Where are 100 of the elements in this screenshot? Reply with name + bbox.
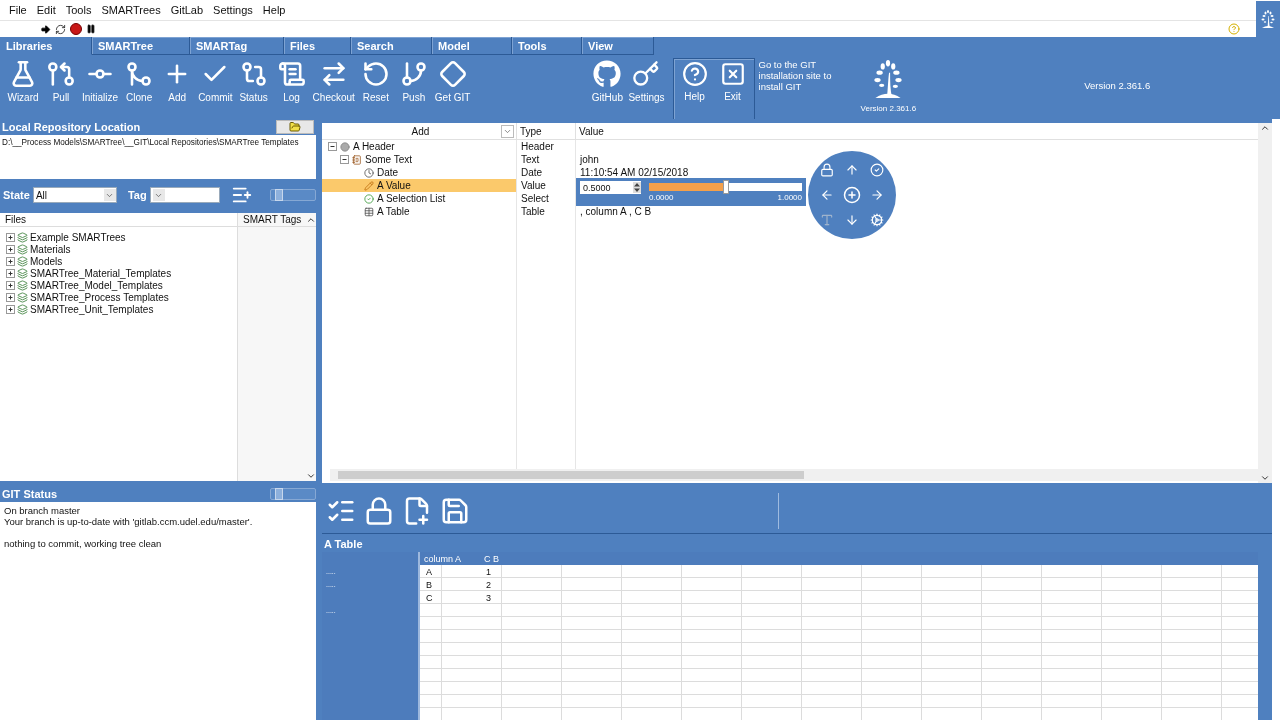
expand-icon[interactable] bbox=[6, 244, 15, 254]
column-header[interactable]: Files bbox=[5, 214, 27, 225]
tree-item[interactable]: Materials bbox=[0, 243, 237, 255]
record-icon[interactable] bbox=[70, 23, 82, 35]
state-dropdown[interactable]: All bbox=[32, 187, 117, 203]
plus-circle-icon[interactable] bbox=[843, 186, 861, 204]
property-value[interactable]: john bbox=[580, 154, 599, 165]
ribbon-button[interactable]: Checkout bbox=[310, 58, 357, 119]
property-name[interactable]: A Header bbox=[322, 140, 517, 153]
tag-dropdown[interactable] bbox=[149, 187, 220, 203]
slider[interactable] bbox=[649, 183, 802, 191]
column-header[interactable]: Type bbox=[520, 125, 542, 137]
expand-icon[interactable] bbox=[6, 256, 15, 266]
scroll-up-icon[interactable] bbox=[1260, 123, 1270, 133]
ribbon-button[interactable]: Clone bbox=[120, 58, 159, 119]
tree-item[interactable]: Models bbox=[0, 255, 237, 267]
tree-item[interactable]: SMARTree_Material_Templates bbox=[0, 267, 237, 279]
column-header[interactable]: SMART Tags bbox=[243, 214, 302, 225]
ribbon-tab[interactable]: Tools bbox=[512, 37, 582, 55]
property-name[interactable]: A Table bbox=[322, 205, 517, 218]
refresh-icon[interactable] bbox=[55, 23, 66, 35]
ribbon-tab[interactable]: Model bbox=[432, 37, 512, 55]
ribbon-button[interactable]: Log bbox=[272, 58, 311, 119]
tree-item[interactable]: Example SMARTrees bbox=[0, 231, 237, 243]
menu-item[interactable]: Edit bbox=[31, 4, 61, 16]
arrow-icon[interactable] bbox=[40, 23, 51, 35]
ribbon-button[interactable]: Exit bbox=[713, 59, 752, 119]
menu-item[interactable]: Settings bbox=[208, 4, 258, 16]
clock-icon bbox=[364, 167, 374, 178]
slider-handle[interactable] bbox=[269, 189, 316, 201]
version-text: Version 2.361.6 bbox=[860, 104, 917, 113]
right-arrow-icon[interactable] bbox=[870, 188, 885, 202]
folder-icon bbox=[289, 121, 301, 133]
ribbon-button[interactable]: Get GIT bbox=[432, 58, 473, 119]
item-label: SMARTree_Material_Templates bbox=[30, 267, 172, 279]
ribbon-button[interactable]: Initialize bbox=[80, 58, 121, 119]
item-label: Materials bbox=[30, 243, 71, 255]
menu-item[interactable]: File bbox=[4, 4, 32, 16]
ribbon-button[interactable]: GitHub bbox=[588, 58, 627, 119]
pause-icon[interactable] bbox=[86, 24, 96, 34]
lock-icon[interactable] bbox=[364, 495, 394, 526]
expand-icon[interactable] bbox=[6, 292, 15, 302]
ribbon-tab[interactable]: SMARTree bbox=[92, 37, 190, 55]
column-header[interactable]: column A bbox=[420, 552, 480, 565]
layers-icon bbox=[17, 255, 28, 267]
collapse-icon[interactable] bbox=[328, 142, 337, 151]
property-name[interactable]: A Value bbox=[322, 179, 517, 192]
collapse-icon[interactable] bbox=[340, 155, 349, 164]
status-line: Your branch is up-to-date with 'gitlab.ccm.udel.edu/master'. bbox=[4, 516, 254, 527]
ribbon-button[interactable]: Settings bbox=[626, 58, 667, 119]
scroll-down-icon[interactable] bbox=[1260, 473, 1270, 483]
property-name[interactable]: A Selection List bbox=[322, 192, 517, 205]
tree-item[interactable]: SMARTree_Process Templates bbox=[0, 291, 237, 303]
ribbon-button[interactable]: Help bbox=[675, 59, 714, 119]
check-circle-icon[interactable] bbox=[870, 162, 885, 177]
property-value[interactable]: , column A , C B bbox=[580, 206, 652, 217]
tree-item[interactable]: SMARTree_Model_Templates bbox=[0, 279, 237, 291]
down-arrow-icon[interactable] bbox=[845, 213, 859, 228]
menu-item[interactable]: GitLab bbox=[165, 4, 209, 16]
ribbon-button[interactable]: Add bbox=[158, 58, 197, 119]
gear-icon[interactable] bbox=[870, 213, 885, 228]
column-header[interactable]: Value bbox=[579, 125, 604, 137]
menu-item[interactable]: SMARTrees bbox=[96, 4, 166, 16]
slider-handle[interactable] bbox=[270, 488, 316, 500]
expand-icon[interactable] bbox=[6, 280, 15, 290]
ribbon-button[interactable]: Commit bbox=[196, 58, 235, 119]
ribbon-button[interactable]: Status bbox=[234, 58, 273, 119]
tree-item[interactable]: SMARTree_Unit_Templates bbox=[0, 303, 237, 315]
scroll-down-icon[interactable] bbox=[306, 471, 316, 481]
expand-icon[interactable] bbox=[6, 304, 15, 314]
menu-item[interactable]: Tools bbox=[60, 4, 97, 16]
ribbon-button[interactable]: Pull bbox=[42, 58, 80, 119]
expand-icon[interactable] bbox=[6, 232, 15, 242]
pencil-icon bbox=[364, 180, 374, 191]
column-header[interactable]: Add bbox=[411, 125, 430, 137]
column-header[interactable]: C B bbox=[480, 552, 538, 565]
ribbon-button[interactable]: Reset bbox=[356, 58, 395, 119]
menu-item[interactable]: Help bbox=[257, 4, 291, 16]
ribbon-tab[interactable]: View bbox=[582, 37, 654, 55]
property-value[interactable]: 11:10:54 AM 02/15/2018 bbox=[580, 167, 689, 178]
table-cell-text: 1 bbox=[485, 565, 492, 578]
ribbon-tab[interactable]: Search bbox=[351, 37, 432, 55]
vertical-scrollbar[interactable] bbox=[1258, 123, 1272, 483]
horizontal-scrollbar[interactable] bbox=[330, 469, 1258, 481]
lock-icon[interactable] bbox=[819, 162, 834, 177]
left-arrow-icon[interactable] bbox=[819, 188, 834, 202]
expand-icon[interactable] bbox=[6, 268, 15, 278]
ribbon-button[interactable]: Wizard bbox=[4, 58, 42, 119]
ribbon-button[interactable]: Push bbox=[394, 58, 433, 119]
property-type: Text bbox=[517, 153, 576, 166]
browse-button[interactable] bbox=[276, 120, 314, 134]
ribbon-tab[interactable]: SMARTag bbox=[190, 37, 284, 55]
property-name[interactable]: Some Text bbox=[322, 153, 517, 166]
spinner-icon[interactable] bbox=[633, 182, 641, 193]
path-field[interactable]: D:\__Process Models\SMARTree\__GIT\Local Repositories\SMARTree Templates bbox=[0, 135, 316, 179]
number-field[interactable]: 0.5000 bbox=[580, 181, 641, 194]
chevron-down-icon[interactable] bbox=[503, 127, 512, 136]
key-icon bbox=[632, 60, 661, 88]
up-arrow-icon[interactable] bbox=[845, 162, 859, 177]
ribbon-tab[interactable]: Files bbox=[284, 37, 351, 55]
